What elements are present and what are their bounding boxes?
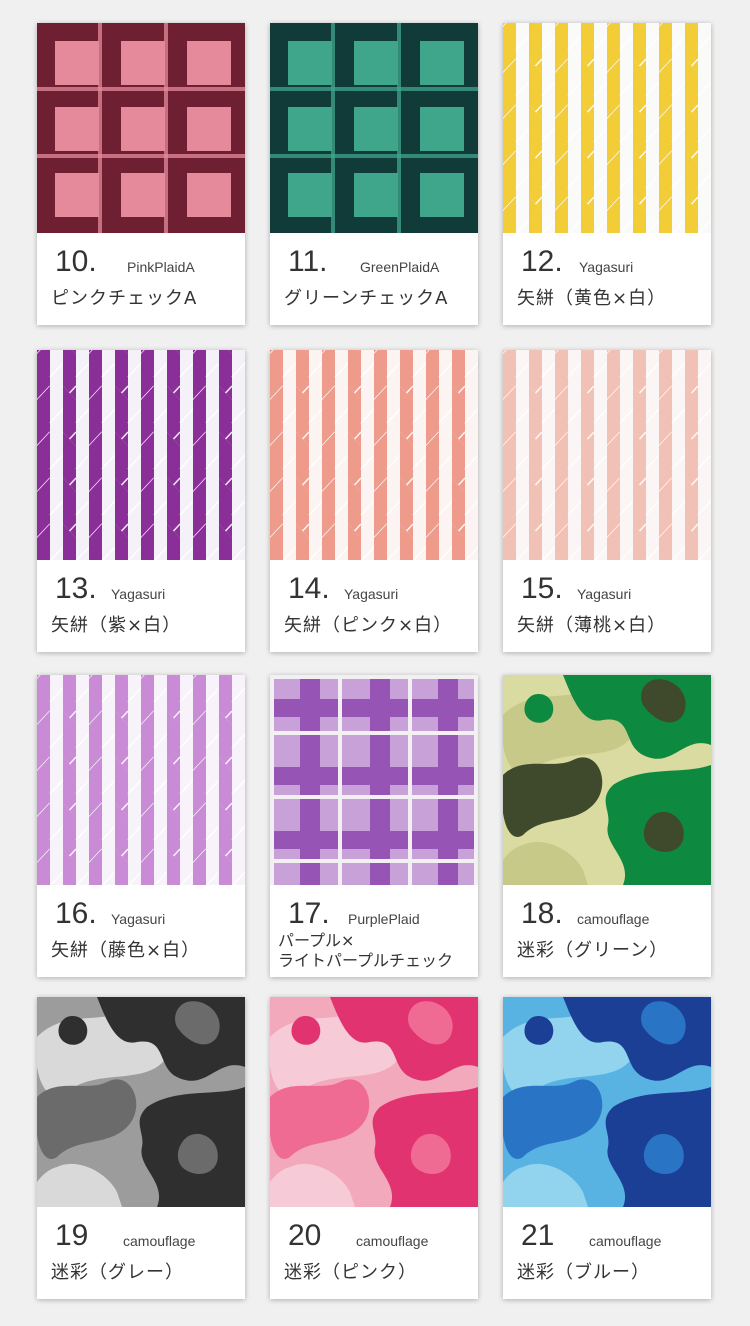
item-code: camouflage bbox=[577, 911, 650, 927]
item-number: 13. bbox=[55, 572, 97, 605]
item-code: PinkPlaidA bbox=[127, 259, 195, 275]
pattern-swatch-image bbox=[37, 997, 245, 1207]
pattern-swatch-image bbox=[37, 675, 245, 885]
pattern-card[interactable]: 14. Yagasuri 矢絣（ピンク×白） bbox=[270, 350, 478, 652]
item-name: ピンクチェックA bbox=[51, 288, 198, 309]
pattern-card[interactable]: 21 camouflage 迷彩（ブルー） bbox=[503, 997, 711, 1299]
pattern-card[interactable]: 17. PurplePlaid パープル× ライトパープルチェック bbox=[270, 675, 478, 977]
item-code: camouflage bbox=[589, 1233, 662, 1249]
item-number: 15. bbox=[521, 572, 563, 605]
item-number: 12. bbox=[521, 245, 563, 278]
pattern-swatch-image bbox=[503, 675, 711, 885]
pattern-card[interactable]: 13. Yagasuri 矢絣（紫×白） bbox=[37, 350, 245, 652]
item-code: Yagasuri bbox=[111, 911, 166, 927]
pattern-swatch-image bbox=[270, 350, 478, 560]
item-code: Yagasuri bbox=[577, 586, 632, 602]
item-name: 迷彩（グレー） bbox=[51, 1262, 184, 1283]
item-code: camouflage bbox=[123, 1233, 196, 1249]
pattern-swatch-image bbox=[270, 23, 478, 233]
pattern-card[interactable]: 16. Yagasuri 矢絣（藤色×白） bbox=[37, 675, 245, 977]
pattern-swatch-image bbox=[503, 350, 711, 560]
item-name: 矢絣（ピンク×白） bbox=[284, 615, 453, 636]
pattern-card[interactable]: 12. Yagasuri 矢絣（黄色×白） bbox=[503, 23, 711, 325]
item-name: 迷彩（ピンク） bbox=[284, 1262, 417, 1283]
item-number: 20 bbox=[288, 1219, 322, 1252]
pattern-card[interactable]: 18. camouflage 迷彩（グリーン） bbox=[503, 675, 711, 977]
item-number: 14. bbox=[288, 572, 330, 605]
item-name: 矢絣（紫×白） bbox=[51, 615, 182, 636]
pattern-swatch-image bbox=[270, 675, 478, 885]
pattern-swatch-image bbox=[503, 23, 711, 233]
pattern-swatch-image bbox=[37, 350, 245, 560]
pattern-card[interactable]: 20 camouflage 迷彩（ピンク） bbox=[270, 997, 478, 1299]
pattern-card[interactable]: 15. Yagasuri 矢絣（薄桃×白） bbox=[503, 350, 711, 652]
item-code: GreenPlaidA bbox=[360, 259, 440, 275]
pattern-card[interactable]: 11. GreenPlaidA グリーンチェックA bbox=[270, 23, 478, 325]
item-name-line: パープル× bbox=[278, 931, 355, 950]
pattern-swatch-image bbox=[37, 23, 245, 233]
pattern-card[interactable]: 19 camouflage 迷彩（グレー） bbox=[37, 997, 245, 1299]
item-name-line: ライトパープルチェック bbox=[278, 951, 454, 970]
item-number: 21 bbox=[521, 1219, 555, 1252]
item-name: 矢絣（薄桃×白） bbox=[517, 615, 667, 636]
item-code: Yagasuri bbox=[111, 586, 166, 602]
item-code: camouflage bbox=[356, 1233, 429, 1249]
item-number: 17. bbox=[288, 897, 330, 930]
pattern-card[interactable]: 10. PinkPlaidA ピンクチェックA bbox=[37, 23, 245, 325]
item-code: Yagasuri bbox=[344, 586, 399, 602]
item-name: 矢絣（黄色×白） bbox=[517, 288, 667, 309]
item-code: Yagasuri bbox=[579, 259, 634, 275]
pattern-swatch-image bbox=[503, 997, 711, 1207]
item-name: グリーンチェックA bbox=[284, 288, 449, 309]
pattern-swatch-image bbox=[270, 997, 478, 1207]
item-number: 18. bbox=[521, 897, 563, 930]
item-number: 19 bbox=[55, 1219, 89, 1252]
item-name: 迷彩（グリーン） bbox=[517, 940, 669, 961]
item-number: 11. bbox=[288, 245, 328, 278]
product-swatch-grid: 10. PinkPlaidA ピンクチェックA 11. GreenPlaidA グリーンチ… bbox=[0, 0, 750, 1326]
item-name: 矢絣（藤色×白） bbox=[51, 940, 201, 961]
item-number: 10. bbox=[55, 245, 97, 278]
item-number: 16. bbox=[55, 897, 97, 930]
item-name: 迷彩（ブルー） bbox=[517, 1262, 650, 1283]
item-name: パープル× ライトパープルチェック bbox=[278, 931, 453, 971]
item-code: PurplePlaid bbox=[348, 911, 420, 927]
